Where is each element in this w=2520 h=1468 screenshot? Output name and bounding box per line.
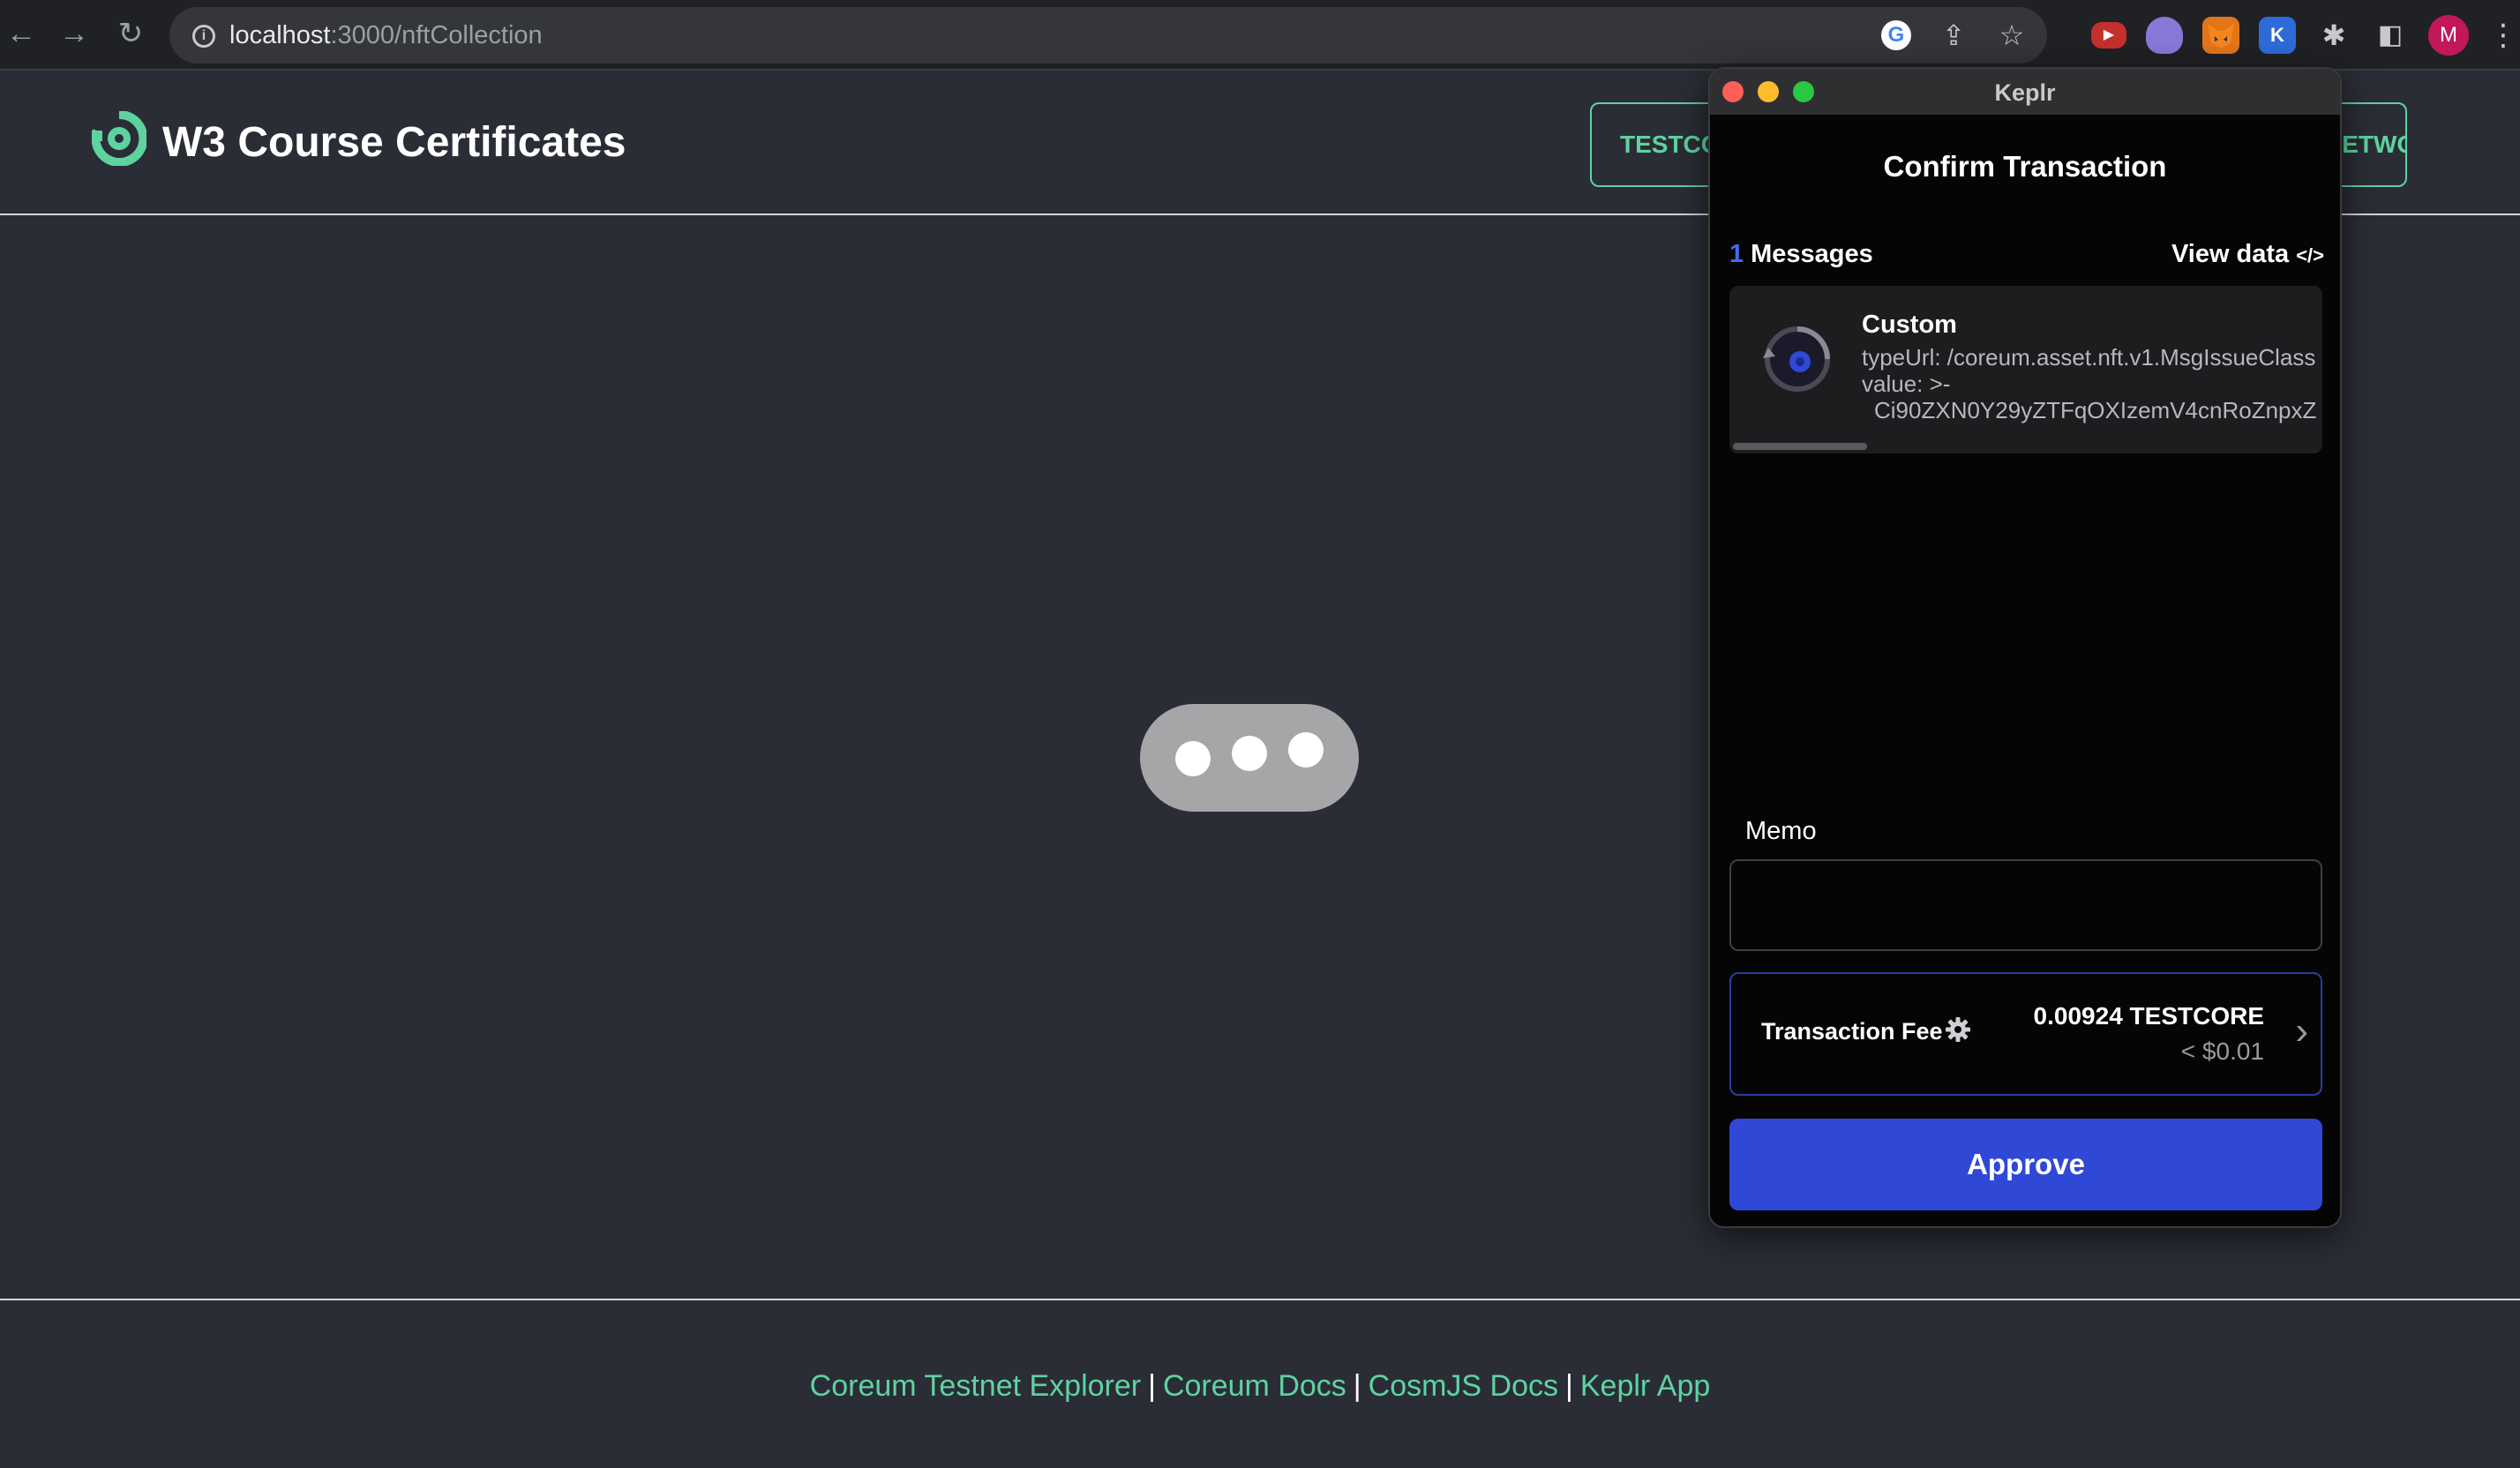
footer-link-cosmjs-docs[interactable]: CosmJS Docs (1369, 1369, 1558, 1403)
messages-count: 1 (1729, 240, 1744, 268)
message-type-url: typeUrl: /coreum.asset.nft.v1.MsgIssueCl… (1862, 344, 2316, 371)
footer-links: Coreum Testnet Explorer | Coreum Docs | Cosm… (0, 1369, 2520, 1404)
site-info-icon[interactable]: i (192, 25, 215, 48)
footer-link-coreum-docs[interactable]: Coreum Docs (1163, 1369, 1346, 1403)
footer-separator: | (1565, 1369, 1573, 1403)
keplr-window-title: Keplr (1994, 79, 2056, 106)
footer-separator: | (1148, 1369, 1156, 1403)
url-host: localhost (229, 21, 331, 49)
page-footer: Coreum Testnet Explorer | Coreum Docs | Cosm… (0, 1299, 2520, 1468)
profile-avatar[interactable]: M (2428, 15, 2469, 56)
extensions-puzzle-icon[interactable]: ✱ (2315, 17, 2352, 54)
footer-link-explorer[interactable]: Coreum Testnet Explorer (810, 1369, 1141, 1403)
loading-dot (1288, 732, 1324, 768)
browser-toolbar: ← → ↻ i localhost:3000/nftCollection G ⇪… (0, 0, 2520, 71)
memo-input[interactable] (1729, 859, 2322, 951)
messages-label: Messages (1751, 240, 1873, 268)
view-data-button[interactable]: View data </> (2171, 240, 2324, 269)
view-data-label: View data (2171, 240, 2290, 268)
code-icon: </> (2296, 244, 2324, 266)
chevron-right-icon: › (2295, 1009, 2308, 1052)
custom-message-icon (1763, 326, 1830, 392)
horizontal-scrollbar[interactable] (1733, 443, 1867, 450)
message-title: Custom (1862, 311, 1957, 339)
bookmark-star-icon[interactable]: ☆ (1996, 18, 2028, 53)
gear-icon[interactable] (1945, 1016, 1971, 1043)
google-lens-icon[interactable]: G (1881, 20, 1911, 50)
address-bar[interactable]: i localhost:3000/nftCollection G ⇪ ☆ (169, 7, 2047, 64)
message-card[interactable]: Custom typeUrl: /coreum.asset.nft.v1.Msg… (1729, 286, 2322, 453)
keplr-titlebar[interactable]: Keplr (1710, 69, 2340, 115)
metamask-fox-icon[interactable] (2202, 17, 2239, 54)
forward-icon[interactable]: → (56, 16, 92, 51)
loading-dot (1232, 736, 1267, 771)
ghost-extension-icon[interactable] (2146, 17, 2183, 54)
loading-dot (1175, 741, 1211, 776)
coreum-logo-icon (92, 111, 146, 166)
approve-button[interactable]: Approve (1729, 1119, 2322, 1210)
loading-indicator (1140, 704, 1359, 812)
app-title: W3 Course Certificates (162, 119, 626, 166)
youtube-extension-icon[interactable]: ▶ (2091, 22, 2126, 49)
reload-icon[interactable]: ↻ (113, 16, 148, 51)
footer-separator: | (1353, 1369, 1361, 1403)
transaction-fee-selector[interactable]: Transaction Fee 0.00924 TESTCORE < $0.01… (1729, 972, 2322, 1096)
confirm-transaction-heading: Confirm Transaction (1883, 150, 2167, 183)
address-url[interactable]: localhost:3000/nftCollection (229, 21, 543, 50)
footer-link-keplr-app[interactable]: Keplr App (1580, 1369, 1710, 1403)
message-value-data: Ci90ZXN0Y29yZTFqOXIzemV4cnRoZnpxZ (1874, 397, 2317, 423)
url-path: :3000/nftCollection (330, 21, 543, 49)
message-value-label: value: >- (1862, 371, 1951, 397)
memo-label: Memo (1745, 817, 1817, 845)
keplr-extension-icon[interactable]: K (2259, 17, 2296, 54)
fee-usd-value: < $0.01 (2180, 1037, 2264, 1065)
side-panel-icon[interactable]: ◧ (2372, 17, 2409, 54)
keplr-popup-window: Keplr Confirm Transaction 1 Messages View… (1708, 67, 2342, 1228)
share-icon[interactable]: ⇪ (1938, 18, 1969, 53)
fee-amount: 0.00924 TESTCORE (2033, 1002, 2264, 1030)
messages-count-label: 1 Messages (1729, 240, 1873, 269)
transaction-fee-label: Transaction Fee (1761, 1018, 1943, 1045)
browser-menu-icon[interactable]: ⋮ (2488, 18, 2518, 53)
back-icon[interactable]: ← (4, 16, 39, 51)
